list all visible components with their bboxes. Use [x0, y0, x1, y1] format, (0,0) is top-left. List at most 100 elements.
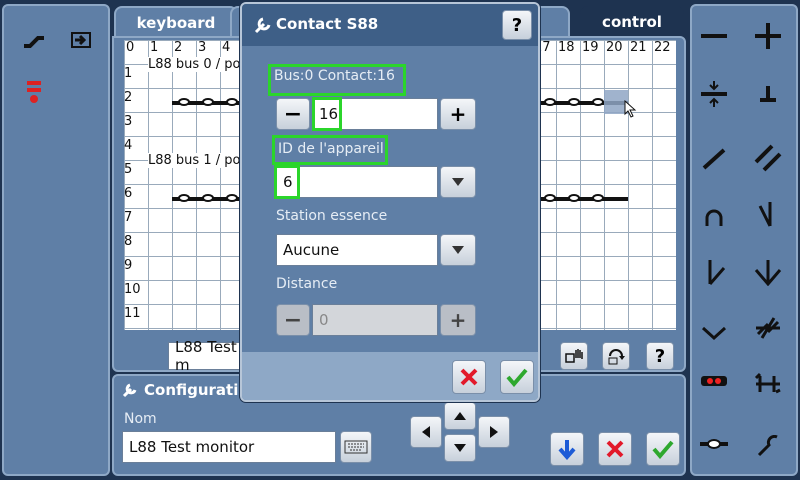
contact-node-icon[interactable]: [178, 194, 190, 202]
device-id-value-highlight: [274, 165, 300, 199]
device-id-highlight: [272, 135, 388, 165]
contact-node-icon[interactable]: [226, 98, 238, 106]
contact-node-icon[interactable]: [178, 98, 190, 106]
arrow-up-button[interactable]: [444, 402, 476, 430]
column-number: 0: [126, 40, 135, 55]
contact-plus-button[interactable]: +: [440, 98, 476, 130]
contact-value-highlight: [312, 97, 342, 131]
contact-node-icon[interactable]: [568, 98, 580, 106]
row-number: 4: [124, 138, 133, 153]
distance-label: Distance: [276, 276, 338, 292]
dialog-ok-button[interactable]: [500, 360, 534, 394]
distance-plus-button[interactable]: +: [440, 304, 476, 336]
tab-control[interactable]: control: [580, 6, 684, 38]
feedback-sensor-icon[interactable]: [694, 362, 734, 402]
three-way-turnout-icon[interactable]: [748, 252, 788, 292]
column-number: 18: [558, 40, 575, 55]
dialog-help-button[interactable]: ?: [502, 10, 532, 40]
station-label: Station essence: [276, 208, 388, 224]
keyboard-button[interactable]: [340, 431, 372, 463]
contact-node-icon[interactable]: [592, 98, 604, 106]
device-id-select[interactable]: 6: [276, 166, 438, 198]
row-number: 11: [124, 306, 141, 321]
station-value: Aucune: [283, 241, 340, 259]
row-number: 8: [124, 234, 133, 249]
signal-icon[interactable]: [14, 72, 54, 112]
configuration-title: Configurati: [144, 381, 239, 399]
contact-node-icon[interactable]: [592, 194, 604, 202]
layout-name-field[interactable]: L88 Test m: [168, 338, 246, 374]
dialog-wrench-icon: [254, 16, 272, 38]
row-number: 2: [124, 90, 133, 105]
contact-node-icon[interactable]: [544, 194, 556, 202]
track-end-icon[interactable]: [748, 74, 788, 114]
chevron-down-icon: [452, 246, 464, 254]
left-sidebar: [2, 4, 110, 476]
double-diagonal-icon[interactable]: [748, 138, 788, 178]
crossing-icon[interactable]: [748, 308, 788, 348]
arrow-left-button[interactable]: [410, 416, 442, 448]
contact-node-icon[interactable]: [202, 98, 214, 106]
row-number: 3: [124, 114, 133, 129]
arrow-down-button[interactable]: [444, 434, 476, 462]
track-tool-icon[interactable]: [14, 22, 54, 62]
row-number: 9: [124, 258, 133, 273]
contact-node-icon[interactable]: [226, 194, 238, 202]
config-cancel-button[interactable]: [598, 432, 632, 466]
contact-track-icon[interactable]: [694, 424, 734, 464]
column-number: 4: [222, 40, 231, 55]
column-number: 3: [198, 40, 207, 55]
bus0-label: L88 bus 0 / po: [148, 57, 243, 72]
right-toolbar: [690, 4, 798, 476]
column-number: 20: [606, 40, 623, 55]
row-number: 6: [124, 186, 133, 201]
column-number: 22: [654, 40, 671, 55]
contact-node-icon[interactable]: [202, 194, 214, 202]
layout-help-button[interactable]: ?: [646, 342, 674, 370]
text-tool-icon[interactable]: [748, 426, 788, 466]
arrow-right-button[interactable]: [478, 416, 510, 448]
config-ok-button[interactable]: [646, 432, 680, 466]
tab-keyboard[interactable]: keyboard: [114, 6, 238, 38]
column-number: 2: [174, 40, 183, 55]
move-down-button[interactable]: [550, 432, 584, 466]
turnout-icon[interactable]: [748, 194, 788, 234]
insert-row-icon[interactable]: [694, 74, 734, 114]
row-number: 5: [124, 162, 133, 177]
rotate-tool-button[interactable]: [602, 342, 630, 370]
column-number: 1: [150, 40, 159, 55]
contact-node-icon[interactable]: [568, 194, 580, 202]
distance-input[interactable]: 0: [312, 304, 438, 336]
nom-label: Nom: [124, 411, 157, 427]
zoom-out-icon[interactable]: [694, 16, 734, 56]
contact-minus-button[interactable]: −: [276, 98, 310, 130]
row-number: 7: [124, 210, 133, 225]
exit-icon[interactable]: [62, 20, 102, 60]
row-number: 1: [124, 66, 133, 81]
device-id-dropdown-button[interactable]: [440, 166, 476, 198]
contact-dialog: [240, 2, 540, 402]
move-tool-button[interactable]: [560, 342, 588, 370]
mouse-cursor-icon: [624, 99, 638, 122]
dialog-footer: [242, 352, 538, 400]
row-number: 10: [124, 282, 141, 297]
dialog-cancel-button[interactable]: [452, 360, 486, 394]
station-select[interactable]: Aucune: [276, 234, 438, 266]
tunnel-icon[interactable]: [694, 198, 734, 238]
station-dropdown-button[interactable]: [440, 234, 476, 266]
chevron-down-icon: [452, 178, 464, 186]
diagonal-track-icon[interactable]: [694, 138, 734, 178]
distance-minus-button[interactable]: −: [276, 304, 310, 336]
column-number: 19: [582, 40, 599, 55]
nom-input[interactable]: L88 Test monitor: [122, 431, 336, 463]
dialog-title: Contact S88: [276, 15, 379, 33]
contact-node-icon[interactable]: [544, 98, 556, 106]
bus-contact-highlight: [268, 64, 406, 96]
bus1-label: L88 bus 1 / po: [148, 153, 243, 168]
turnout-left-icon[interactable]: [694, 252, 734, 292]
bridge-icon[interactable]: [748, 364, 788, 404]
column-number: 21: [630, 40, 647, 55]
zoom-in-icon[interactable]: [748, 16, 788, 56]
curve-icon[interactable]: [694, 312, 734, 352]
wrench-icon: [122, 382, 138, 402]
